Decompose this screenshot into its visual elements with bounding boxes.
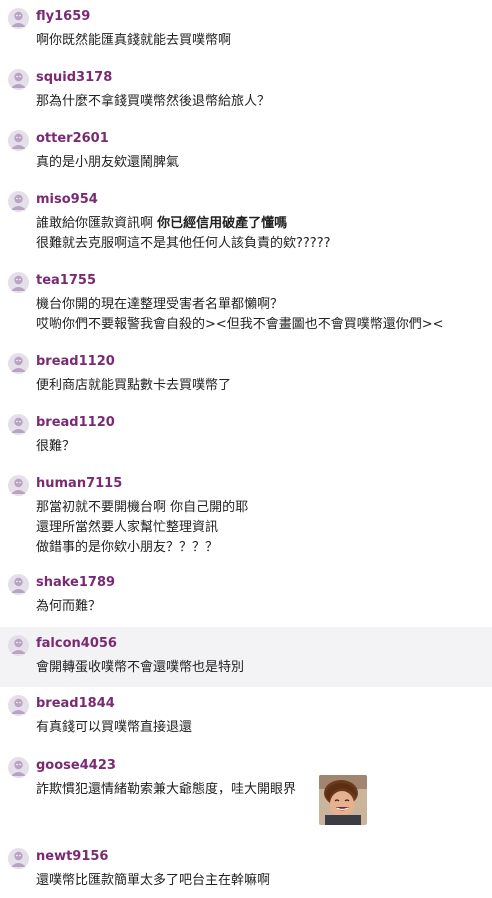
avatar-icon[interactable] xyxy=(8,848,29,869)
username-link[interactable]: human7115 xyxy=(36,476,122,491)
avatar-icon[interactable] xyxy=(8,695,29,716)
comment-text: 有真錢可以買噗幣直接退還 xyxy=(36,720,193,735)
comment-item: goose4423 詐欺慣犯還情緒勒索兼大爺態度，哇大開眼界 xyxy=(0,749,492,840)
comment-item: bread1120 便利商店就能買點數卡去買噗幣了 xyxy=(0,345,492,406)
avatar-icon[interactable] xyxy=(8,8,29,29)
comment-text: 真的是小朋友欸還鬧脾氣 xyxy=(36,155,180,170)
username-link[interactable]: bread1120 xyxy=(36,415,115,430)
avatar-icon[interactable] xyxy=(8,414,29,435)
comment-item-highlighted: falcon4056 會開轉蛋收噗幣不會還噗幣也是特別 xyxy=(0,627,492,687)
username-link[interactable]: bread1120 xyxy=(36,354,115,369)
comment-text-part: 誰敢給你匯款資訊啊 xyxy=(36,216,158,231)
avatar-icon[interactable] xyxy=(8,191,29,212)
avatar-icon[interactable] xyxy=(8,475,29,496)
username-link[interactable]: newt9156 xyxy=(36,849,108,864)
comment-text: 哎喲你們不要報警我會自殺的><但我不會畫圖也不會買噗幣還你們>< xyxy=(36,317,444,332)
avatar-icon[interactable] xyxy=(8,757,29,778)
comment-item: squid3178 那為什麼不拿錢買噗幣然後退幣給旅人？ xyxy=(0,61,492,122)
comment-text: 便利商店就能買點數卡去買噗幣了 xyxy=(36,378,232,393)
comment-text: 還理所當然要人家幫忙整理資訊 xyxy=(36,520,219,535)
comment-text: 很難？ xyxy=(36,439,76,454)
comment-text: 為何而難？ xyxy=(36,599,102,614)
comment-item: human7115 那當初就不要開機台啊 你自己開的耶 還理所當然要人家幫忙整理… xyxy=(0,467,492,566)
laughing-person-sticker[interactable] xyxy=(319,775,367,825)
comment-item: bread1120 很難？ xyxy=(0,406,492,467)
username-link[interactable]: otter2601 xyxy=(36,131,109,146)
comment-text: 還噗幣比匯款簡單太多了吧台主在幹嘛啊 xyxy=(36,873,271,888)
comment-text: 那當初就不要開機台啊 你自己開的耶 xyxy=(36,500,249,515)
comment-item: newt9156 還噗幣比匯款簡單太多了吧台主在幹嘛啊 xyxy=(0,840,492,898)
avatar-icon[interactable] xyxy=(8,353,29,374)
sticker-image xyxy=(319,775,367,825)
username-link[interactable]: bread1844 xyxy=(36,696,115,711)
comment-text: 會開轉蛋收噗幣不會還噗幣也是特別 xyxy=(36,660,245,675)
avatar-icon[interactable] xyxy=(8,635,29,656)
username-link[interactable]: fly1659 xyxy=(36,9,90,24)
comment-text: 很難就去克服啊這不是其他任何人該負責的欸????? xyxy=(36,236,331,251)
avatar-icon[interactable] xyxy=(8,574,29,595)
comment-item: bread1844 有真錢可以買噗幣直接退還 xyxy=(0,687,492,749)
comment-item: shake1789 為何而難？ xyxy=(0,566,492,627)
username-link[interactable]: falcon4056 xyxy=(36,636,117,651)
username-link[interactable]: goose4423 xyxy=(36,758,116,773)
comment-text: 啊你既然能匯真錢就能去買噗幣啊 xyxy=(36,33,232,48)
avatar-icon[interactable] xyxy=(8,69,29,90)
username-link[interactable]: shake1789 xyxy=(36,575,115,590)
comment-item: otter2601 真的是小朋友欸還鬧脾氣 xyxy=(0,122,492,183)
comment-item: tea1755 機台你開的現在達整理受害者名單都懶啊？ 哎喲你們不要報警我會自殺… xyxy=(0,264,492,345)
username-link[interactable]: tea1755 xyxy=(36,273,96,288)
comment-item: miso954 誰敢給你匯款資訊啊 你已經信用破產了懂嗎 很難就去克服啊這不是其… xyxy=(0,183,492,264)
comment-text: 機台你開的現在達整理受害者名單都懶啊？ xyxy=(36,297,284,312)
comment-text: 那為什麼不拿錢買噗幣然後退幣給旅人？ xyxy=(36,94,271,109)
comment-item: fly1659 啊你既然能匯真錢就能去買噗幣啊 xyxy=(0,0,492,61)
comment-text: 詐欺慣犯還情緒勒索兼大爺態度，哇大開眼界 xyxy=(36,782,297,797)
comment-text: 做錯事的是你欸小朋友？？？？ xyxy=(36,540,219,555)
username-link[interactable]: miso954 xyxy=(36,192,98,207)
comment-bold-text: 你已經信用破產了懂嗎 xyxy=(157,216,288,231)
avatar-icon[interactable] xyxy=(8,130,29,151)
comment-text: 誰敢給你匯款資訊啊 你已經信用破產了懂嗎 xyxy=(36,214,331,234)
username-link[interactable]: squid3178 xyxy=(36,70,112,85)
avatar-icon[interactable] xyxy=(8,272,29,293)
